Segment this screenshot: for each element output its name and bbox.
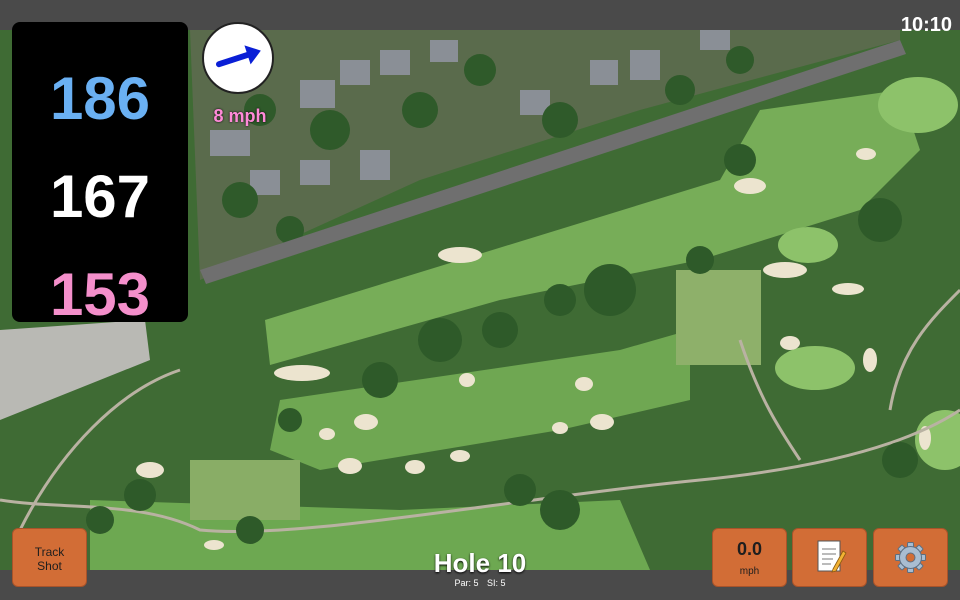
hole-par: Par: 5 — [454, 578, 479, 588]
speed-unit: mph — [739, 566, 760, 577]
middle-distance: 167 — [49, 163, 151, 230]
status-time: 10:10 — [900, 14, 952, 36]
distance-panel: 186 167 153 — [12, 22, 188, 328]
arrow-right-icon — [215, 45, 261, 68]
track-shot-label-line2: Shot — [37, 559, 62, 573]
back-distance: 186 — [49, 65, 151, 132]
track-shot-label-line1: Track — [34, 545, 65, 559]
hole-title: Hole 10 — [433, 548, 527, 578]
green-1 — [878, 77, 958, 133]
hole-si: SI: 5 — [487, 578, 506, 588]
speed-button[interactable]: 0.0 mph — [712, 528, 787, 587]
hole-info: Par: 5 SI: 5 — [400, 578, 560, 588]
tee-area — [190, 460, 300, 520]
track-shot-button[interactable]: Track Shot — [12, 528, 87, 587]
wind-speed: 8 mph — [213, 106, 267, 126]
gear-icon — [895, 542, 926, 573]
notepad-icon — [817, 540, 847, 573]
green-3 — [775, 346, 855, 390]
wind-indicator — [202, 22, 274, 94]
green-2 — [778, 227, 838, 263]
notes-button[interactable] — [792, 528, 867, 587]
front-distance: 153 — [49, 261, 151, 328]
speed-value: 0.0 — [736, 539, 763, 559]
settings-button[interactable] — [873, 528, 948, 587]
practice-area — [676, 270, 761, 365]
